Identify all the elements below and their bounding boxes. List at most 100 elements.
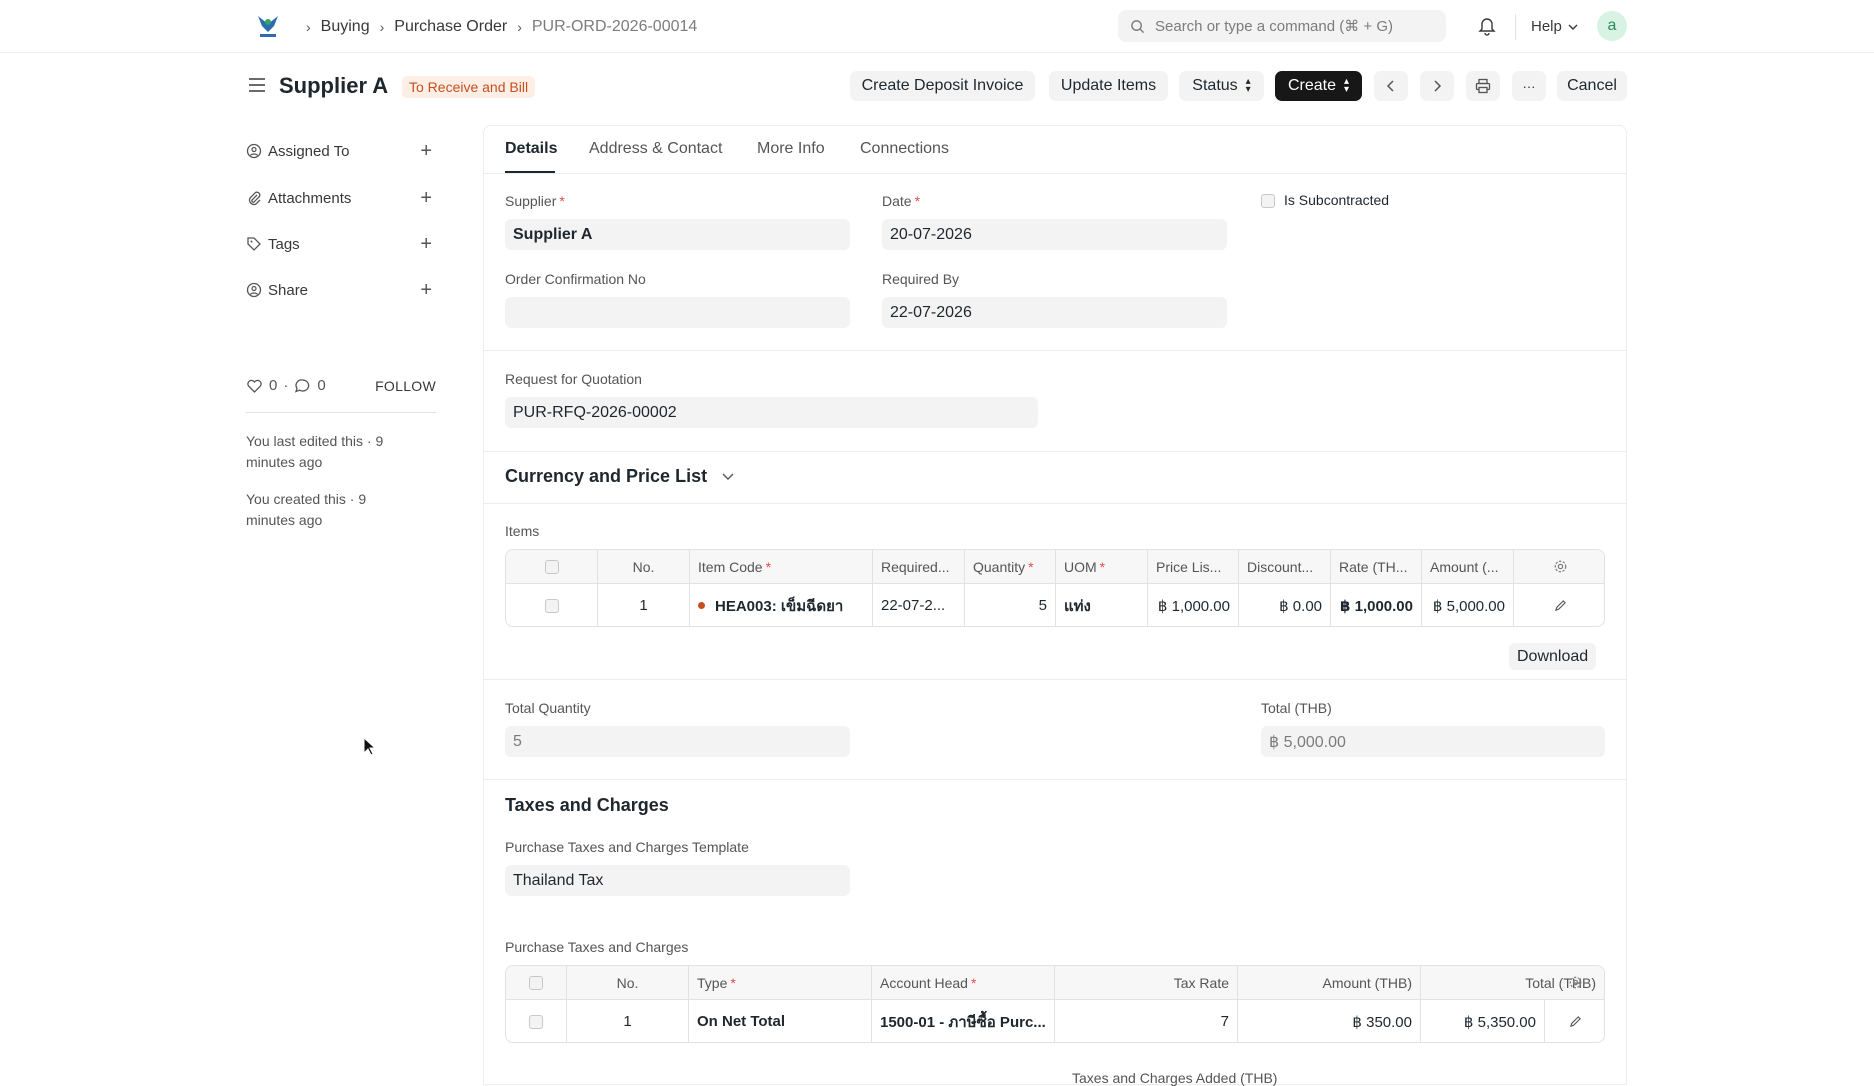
cancel-button[interactable]: Cancel (1557, 71, 1627, 101)
chevron-down-icon (722, 473, 734, 481)
tab-more-info[interactable]: More Info (757, 140, 825, 158)
order-confirmation-field[interactable] (505, 297, 850, 328)
column-header: No. (598, 550, 690, 583)
bell-icon[interactable] (1478, 16, 1496, 36)
assign-icon (246, 143, 262, 159)
header-text: Quantity (973, 558, 1026, 575)
plus-icon[interactable]: + (420, 280, 432, 300)
chevron-left-icon (1386, 80, 1394, 92)
download-button[interactable]: Download (1509, 643, 1597, 670)
section-divider (484, 679, 1626, 680)
breadcrumb-purchase-order[interactable]: Purchase Order (394, 18, 507, 36)
supplier-field[interactable]: Supplier A (505, 219, 850, 250)
page-head: Supplier A To Receive and Bill Create De… (0, 53, 1874, 119)
printer-icon (1475, 78, 1491, 94)
tax-rate-cell[interactable]: 7 (1055, 1000, 1238, 1042)
column-settings[interactable] (1514, 550, 1604, 583)
tax-template-field[interactable]: Thailand Tax (505, 865, 850, 896)
breadcrumb-current[interactable]: PUR-ORD-2026-00014 (532, 18, 697, 36)
total-quantity-label: Total Quantity (505, 700, 591, 716)
total-quantity-field[interactable]: 5 (505, 726, 850, 757)
table-row[interactable]: 1 HEA003: เข็มฉีดยา 22-07-2... 5 แท่ง ฿ … (506, 584, 1604, 626)
price-list-cell[interactable]: ฿ 1,000.00 (1148, 584, 1239, 626)
more-actions-button[interactable]: ··· (1512, 71, 1546, 101)
table-header: No. Item Code * Required... Quantity * UOM… (506, 550, 1604, 584)
status-button[interactable]: Status ▴ ▾ (1179, 71, 1264, 101)
discount-cell[interactable]: ฿ 0.00 (1239, 584, 1331, 626)
previous-button[interactable] (1374, 71, 1408, 101)
row-edit-cell[interactable] (1514, 584, 1604, 626)
sidebar-item-attachments[interactable]: Attachments + (246, 186, 436, 210)
sidebar-item-label: Attachments (268, 189, 352, 207)
plus-icon[interactable]: + (420, 141, 432, 161)
section-divider (484, 503, 1626, 504)
column-header: Required... (873, 550, 965, 583)
is-subcontracted-checkbox[interactable] (1261, 194, 1275, 208)
create-button[interactable]: Create ▴ ▾ (1275, 71, 1362, 101)
comment-icon[interactable] (294, 378, 311, 394)
tax-amount-cell[interactable]: ฿ 350.00 (1238, 1000, 1421, 1042)
item-code-text: HEA003: เข็มฉีดยา (715, 597, 844, 615)
row-number: 1 (598, 584, 690, 626)
select-all-cell (506, 966, 567, 999)
avatar[interactable]: a (1597, 11, 1627, 41)
follow-button[interactable]: FOLLOW (375, 378, 436, 394)
plus-icon[interactable]: + (420, 188, 432, 208)
chevron-right-icon: › (306, 18, 311, 35)
select-all-checkbox[interactable] (544, 559, 559, 574)
date-field[interactable]: 20-07-2026 (882, 219, 1227, 250)
column-header: Rate (TH... (1331, 550, 1422, 583)
update-items-button[interactable]: Update Items (1049, 71, 1168, 101)
sidebar-item-tags[interactable]: Tags + (246, 232, 436, 256)
type-cell[interactable]: On Net Total (689, 1000, 872, 1042)
button-label: Create Deposit Invoice (861, 77, 1024, 94)
sidebar-toggle-icon[interactable] (248, 77, 266, 93)
row-checkbox[interactable] (544, 598, 559, 613)
rfq-field[interactable]: PUR-RFQ-2026-00002 (505, 397, 1038, 428)
is-subcontracted-label: Is Subcontracted (1284, 192, 1390, 208)
page-title: Supplier A (279, 73, 389, 98)
required-by-field[interactable]: 22-07-2026 (882, 297, 1227, 328)
header-text: Type (697, 974, 728, 991)
rate-cell[interactable]: ฿ 1,000.00 (1331, 584, 1422, 626)
column-settings[interactable] (1545, 966, 1604, 999)
mouse-cursor-icon (363, 737, 377, 756)
paperclip-icon (248, 191, 261, 206)
row-checkbox[interactable] (529, 1014, 543, 1029)
button-label: Update Items (1060, 77, 1157, 94)
required-marker: * (970, 974, 977, 991)
created-note: You created this · 9 minutes ago (246, 491, 367, 528)
item-code-cell[interactable]: HEA003: เข็มฉีดยา (690, 584, 873, 626)
tab-address-contact[interactable]: Address & Contact (589, 140, 722, 158)
amount-cell[interactable]: ฿ 5,000.00 (1422, 584, 1514, 626)
date-label: Date * (882, 193, 920, 209)
app-logo-icon[interactable] (254, 12, 282, 40)
row-edit-cell[interactable] (1545, 1000, 1604, 1042)
required-date-cell[interactable]: 22-07-2... (873, 584, 965, 626)
sidebar-item-share[interactable]: Share + (246, 278, 436, 302)
search-input[interactable]: Search or type a command (⌘ + G) (1118, 10, 1446, 42)
sidebar-item-assigned-to[interactable]: Assigned To + (246, 139, 436, 163)
select-all-checkbox[interactable] (529, 975, 543, 990)
account-head-cell[interactable]: 1500-01 - ภาษีซื้อ Purc... (872, 1000, 1055, 1042)
tab-connections[interactable]: Connections (860, 140, 949, 158)
table-row[interactable]: 1 On Net Total 1500-01 - ภาษีซื้อ Purc..… (506, 1000, 1604, 1042)
next-button[interactable] (1420, 71, 1454, 101)
tab-details[interactable]: Details (505, 140, 557, 158)
total-field[interactable]: ฿ 5,000.00 (1261, 726, 1605, 757)
currency-section-title[interactable]: Currency and Price List (505, 466, 736, 487)
required-by-label: Required By (882, 271, 960, 287)
quantity-cell[interactable]: 5 (965, 584, 1056, 626)
breadcrumb-buying[interactable]: Buying (321, 18, 370, 36)
create-deposit-invoice-button[interactable]: Create Deposit Invoice (850, 71, 1035, 101)
comment-count: 0 (317, 377, 326, 394)
plus-icon[interactable]: + (420, 234, 432, 254)
required-marker: * (914, 193, 921, 209)
print-button[interactable] (1466, 71, 1500, 101)
uom-cell[interactable]: แท่ง (1056, 584, 1148, 626)
tax-total-cell[interactable]: ฿ 5,350.00 (1421, 1000, 1545, 1042)
help-dropdown[interactable]: Help (1531, 0, 1580, 53)
heart-icon[interactable] (246, 378, 263, 394)
chevron-right-icon (1434, 80, 1442, 92)
items-table: No. Item Code * Required... Quantity * UOM… (505, 549, 1605, 627)
